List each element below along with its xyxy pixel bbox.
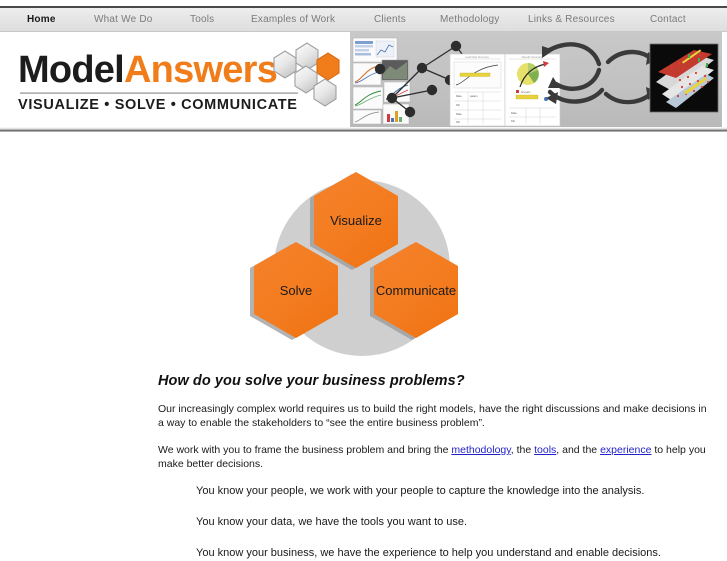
banner-dashboard-collage	[352, 37, 411, 125]
svg-text:Results Summary: Results Summary	[522, 55, 543, 59]
page-heading: How do you solve your business problems?	[158, 373, 465, 389]
svg-text:Scenario: Scenario	[521, 91, 531, 94]
nav-item-methodology[interactable]: Methodology	[440, 7, 499, 33]
hexagon-cluster-icon	[273, 42, 340, 107]
links-paragraph-mid2: , and the	[556, 443, 601, 456]
svg-text:Data: Data	[511, 111, 517, 115]
links-paragraph: We work with you to frame the business p…	[158, 443, 713, 472]
banner-report-pages: Load Data Summary Data param SD Data SD …	[449, 53, 561, 127]
main-navigation: Home What We Do Tools Examples of Work C…	[0, 6, 727, 32]
banner-artwork: Load Data Summary Data param SD Data SD …	[352, 37, 719, 127]
nav-item-links-resources[interactable]: Links & Resources	[528, 7, 615, 33]
visualize-solve-communicate-diagram: Visualize Solve Communicate	[249, 172, 458, 356]
header-banner-image: Load Data Summary Data param SD Data SD …	[350, 32, 722, 127]
nav-item-clients[interactable]: Clients	[374, 7, 406, 33]
svg-text:SD: SD	[456, 120, 460, 124]
diagram-label-visualize: Visualize	[330, 213, 382, 228]
logo-word-model: Model	[18, 48, 125, 91]
intro-paragraph: Our increasingly complex world requires …	[158, 403, 707, 430]
nav-item-home[interactable]: Home	[27, 7, 56, 33]
site-header: ModelAnswers VISUALIZE • SOLVE • COMMUNI…	[0, 32, 727, 127]
banner-cycle-arrows	[543, 42, 657, 105]
nav-item-tools[interactable]: Tools	[190, 7, 214, 33]
value-point-people: You know your people, we work with your …	[196, 484, 645, 497]
svg-text:param: param	[470, 94, 477, 98]
svg-text:SD: SD	[456, 103, 460, 107]
nav-item-examples-of-work[interactable]: Examples of Work	[251, 7, 335, 33]
main-content: Visualize Solve Communicate How do you s…	[0, 132, 727, 561]
nav-item-what-we-do[interactable]: What We Do	[94, 7, 153, 33]
diagram-label-solve: Solve	[279, 283, 312, 298]
article-body: How do you solve your business problems?…	[0, 373, 727, 561]
links-paragraph-pre: We work with you to frame the business p…	[158, 443, 452, 456]
diagram-label-communicate: Communicate	[375, 283, 455, 298]
banner-3d-model	[649, 43, 719, 113]
svg-text:Data: Data	[456, 112, 462, 116]
nav-item-contact[interactable]: Contact	[650, 7, 686, 33]
svg-text:SD: SD	[511, 119, 515, 123]
svg-text:Data: Data	[456, 94, 462, 98]
svg-text:Load Data Summary: Load Data Summary	[465, 55, 489, 59]
site-logo[interactable]: ModelAnswers VISUALIZE • SOLVE • COMMUNI…	[0, 32, 350, 127]
value-point-business: You know your business, we have the expe…	[196, 547, 661, 560]
links-paragraph-mid1: , the	[510, 443, 535, 456]
link-tools[interactable]: tools	[534, 444, 556, 456]
link-methodology[interactable]: methodology	[451, 444, 510, 456]
value-point-data: You know your data, we have the tools yo…	[196, 516, 468, 529]
link-experience[interactable]: experience	[600, 444, 651, 456]
